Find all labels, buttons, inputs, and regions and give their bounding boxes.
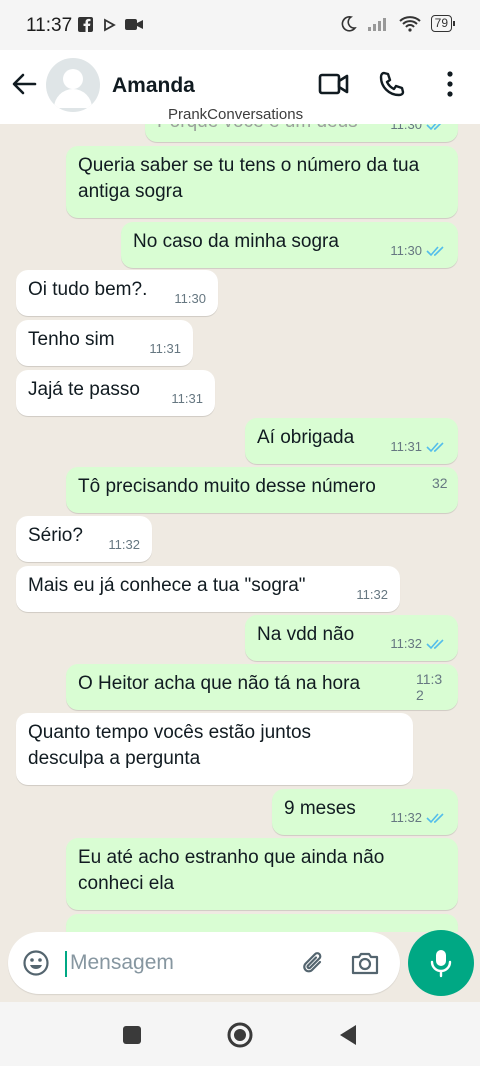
camera-icon[interactable] <box>350 949 380 977</box>
message-time: 11:30 <box>390 124 422 132</box>
message-time: 32 <box>432 475 448 491</box>
recents-icon[interactable] <box>122 1025 142 1045</box>
system-nav-bar <box>0 1002 480 1066</box>
more-vert-icon[interactable] <box>440 70 460 98</box>
message-time: 11:32 <box>356 587 388 602</box>
message-time: 11:32 <box>390 636 422 651</box>
message-time: 11:30 <box>174 291 206 306</box>
message-text: Aí obrigada <box>257 427 355 448</box>
wifi-icon <box>398 16 421 32</box>
chat-area[interactable]: Porque você é um deus 11:30 Queria saber… <box>0 124 480 932</box>
battery-indicator: 79 <box>430 15 456 32</box>
mic-button[interactable] <box>408 930 474 996</box>
message-text: Quanto tempo vocês estão juntos desculpa… <box>28 722 312 769</box>
message-text: Tenho sim <box>28 329 115 350</box>
video-call-icon[interactable] <box>318 70 350 98</box>
message-outgoing[interactable]: Tô precisando muito desse número 32 <box>66 467 458 513</box>
play-icon <box>104 17 116 32</box>
video-status-icon <box>125 19 143 30</box>
attach-icon[interactable] <box>300 949 328 977</box>
message-outgoing[interactable]: Porque você é um deus 11:30 <box>145 124 458 142</box>
message-text: Mais eu já conhece a tua "sogra" <box>28 575 306 596</box>
message-time: 11:32 <box>416 671 443 703</box>
message-text: Jajá te passo <box>28 379 140 400</box>
message-text: Oi tudo bem?. <box>28 279 148 300</box>
message-outgoing-partial[interactable] <box>66 914 458 932</box>
message-time: 11:32 <box>108 537 140 552</box>
message-incoming[interactable]: Sério? 11:32 <box>16 516 152 562</box>
message-outgoing[interactable]: 9 meses 11:32 <box>272 789 458 835</box>
message-input[interactable]: Mensagem <box>70 951 174 975</box>
message-time: 11:31 <box>171 391 203 406</box>
message-incoming[interactable]: Oi tudo bem?. 11:30 <box>16 270 218 316</box>
message-incoming[interactable]: Quanto tempo vocês estão juntos desculpa… <box>16 713 413 785</box>
message-text: Tô precisando muito desse número <box>78 476 376 497</box>
message-text: Queria saber se tu tens o número da tua … <box>78 155 420 202</box>
back-arrow-icon[interactable] <box>10 70 38 98</box>
message-outgoing[interactable]: Aí obrigada 11:31 <box>245 418 458 464</box>
text-caret <box>65 951 67 977</box>
message-text: Eu até acho estranho que ainda não conhe… <box>78 847 385 894</box>
facebook-icon <box>78 17 93 32</box>
emoji-icon[interactable] <box>22 949 50 977</box>
message-time: 11:30 <box>390 243 422 258</box>
message-text: Na vdd não <box>257 624 355 645</box>
message-text: 9 meses <box>284 798 356 819</box>
double-check-icon <box>426 639 444 650</box>
message-text: No caso da minha sogra <box>133 231 339 252</box>
default-avatar-icon <box>54 69 92 108</box>
status-bar: 11:37 79 <box>0 0 480 50</box>
watermark: PrankConversations <box>168 106 304 123</box>
message-incoming[interactable]: Jajá te passo 11:31 <box>16 370 215 416</box>
avatar[interactable] <box>46 58 100 112</box>
moon-icon <box>341 16 357 32</box>
double-check-icon <box>426 124 442 131</box>
signal-icon <box>367 18 386 31</box>
message-time: 11:32 <box>390 810 422 825</box>
double-check-icon <box>426 442 444 453</box>
message-composer[interactable]: Mensagem <box>8 932 400 994</box>
message-outgoing[interactable]: Na vdd não 11:32 <box>245 615 458 661</box>
message-outgoing[interactable]: No caso da minha sogra 11:30 <box>121 222 458 268</box>
message-text: Sério? <box>28 525 83 546</box>
message-text: O Heitor acha que não tá na hora <box>78 673 361 694</box>
double-check-icon <box>426 246 444 257</box>
message-outgoing[interactable]: Queria saber se tu tens o número da tua … <box>66 146 458 218</box>
message-time: 11:31 <box>149 341 181 356</box>
message-time: 11:31 <box>390 439 422 454</box>
home-icon[interactable] <box>226 1021 254 1049</box>
message-text: Porque você é um deus <box>157 124 358 132</box>
phone-icon[interactable] <box>378 70 406 98</box>
message-incoming[interactable]: Tenho sim 11:31 <box>16 320 193 366</box>
status-time: 11:37 <box>26 15 73 36</box>
message-outgoing[interactable]: O Heitor acha que não tá na hora 11:32 <box>66 664 458 710</box>
message-incoming[interactable]: Mais eu já conhece a tua "sogra" 11:32 <box>16 566 400 612</box>
contact-name[interactable]: Amanda <box>112 74 195 98</box>
back-icon[interactable] <box>338 1024 358 1046</box>
message-outgoing[interactable]: Eu até acho estranho que ainda não conhe… <box>66 838 458 910</box>
mic-icon <box>430 950 452 978</box>
double-check-icon <box>426 813 444 824</box>
